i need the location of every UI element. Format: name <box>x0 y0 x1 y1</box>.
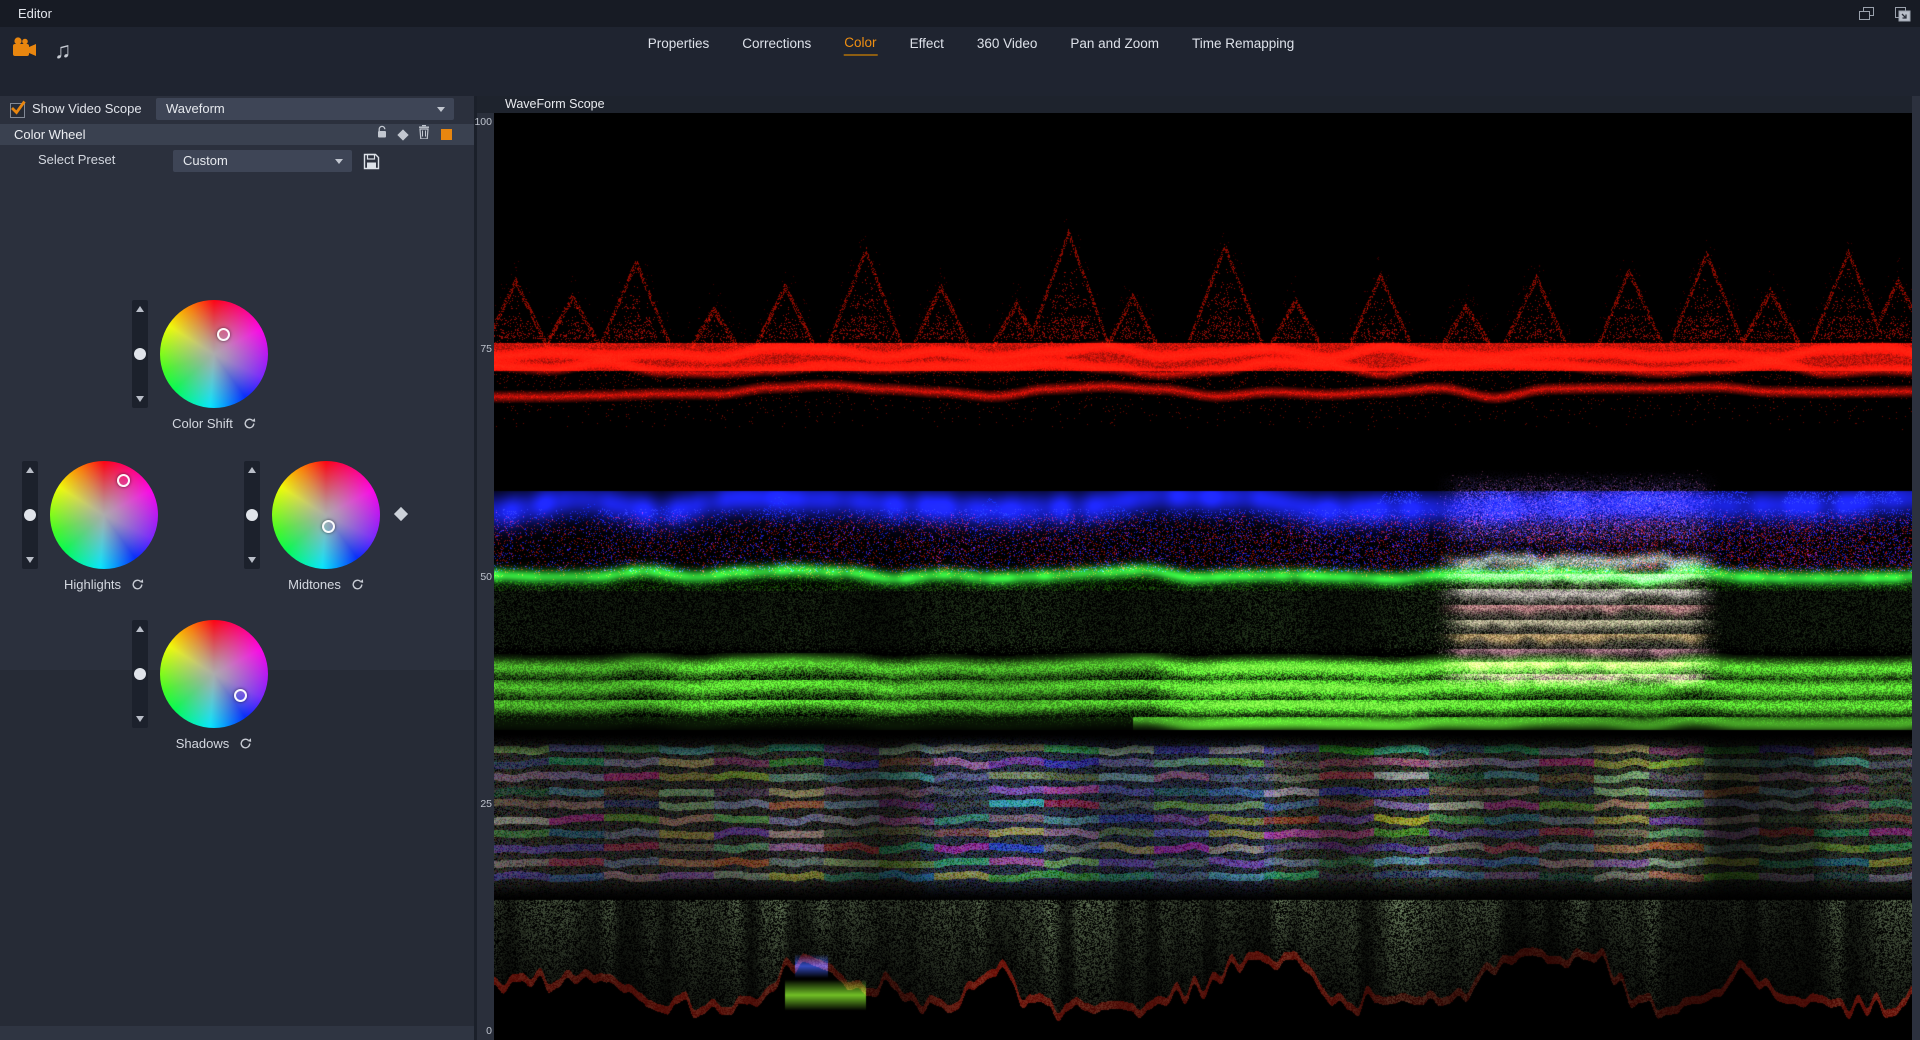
tab-effect[interactable]: Effect <box>909 33 945 55</box>
scope-axis-tick: 100 <box>462 116 492 128</box>
scope-title: WaveForm Scope <box>505 96 605 113</box>
window-controls <box>1856 5 1912 22</box>
slider-down-arrow-icon[interactable] <box>136 396 144 402</box>
scope-axis-tick: 50 <box>462 571 492 583</box>
chevron-down-icon <box>437 107 445 112</box>
midtones-label-row: Midtones <box>226 577 426 592</box>
scope-type-value: Waveform <box>166 98 225 120</box>
dock-window-icon[interactable] <box>1892 5 1912 22</box>
save-preset-button[interactable] <box>360 150 382 172</box>
slider-thumb[interactable] <box>246 509 258 521</box>
wheel-label: Highlights <box>64 577 121 592</box>
toolbar: ♫ Properties Corrections Color Effect 360 Vi… <box>0 27 1920 96</box>
preset-value: Custom <box>183 150 228 172</box>
wheel-marker[interactable] <box>117 474 130 487</box>
shadows-slider[interactable] <box>132 620 148 728</box>
music-note-icon[interactable]: ♫ <box>54 36 71 64</box>
tab-properties[interactable]: Properties <box>647 33 711 55</box>
waveform-scope-canvas <box>494 113 1912 1040</box>
scope-right-scrollbar-track[interactable] <box>1912 96 1920 1040</box>
scope-axis-tick: 25 <box>462 798 492 810</box>
tab-bar: Properties Corrections Color Effect 360 Vide… <box>647 27 1296 61</box>
window-title: Editor <box>18 0 52 27</box>
video-camera-icon[interactable] <box>12 36 38 65</box>
slider-thumb[interactable] <box>24 509 36 521</box>
highlights-slider[interactable] <box>22 461 38 569</box>
color-wheel-panel: Show Video Scope Waveform Color Wheel <box>0 96 474 1040</box>
panel-content: Show Video Scope Waveform Color Wheel <box>0 96 474 670</box>
scope-type-dropdown[interactable]: Waveform <box>156 98 454 120</box>
scope-axis-tick: 0 <box>462 1025 492 1037</box>
wheel-label: Color Shift <box>172 416 233 431</box>
wheel-marker[interactable] <box>217 328 230 341</box>
slider-up-arrow-icon[interactable] <box>136 626 144 632</box>
highlights-wheel[interactable] <box>50 461 158 569</box>
midtones-wheel[interactable] <box>272 461 380 569</box>
slider-down-arrow-icon[interactable] <box>136 716 144 722</box>
slider-down-arrow-icon[interactable] <box>26 557 34 563</box>
tab-time-remapping[interactable]: Time Remapping <box>1191 33 1295 55</box>
color-shift-label-row: Color Shift <box>114 416 314 431</box>
reset-icon[interactable] <box>239 737 252 750</box>
preset-dropdown[interactable]: Custom <box>173 150 352 172</box>
reset-icon[interactable] <box>243 417 256 430</box>
track-type-icons: ♫ <box>12 35 71 65</box>
wheel-marker[interactable] <box>322 520 335 533</box>
reset-icon[interactable] <box>131 578 144 591</box>
highlights-label-row: Highlights <box>4 577 204 592</box>
slider-up-arrow-icon[interactable] <box>26 467 34 473</box>
reset-icon[interactable] <box>351 578 364 591</box>
show-video-scope-checkbox[interactable] <box>10 103 25 118</box>
color-wheel-section-header: Color Wheel <box>0 124 474 145</box>
chevron-down-icon <box>335 159 343 164</box>
shadows-wheel[interactable] <box>160 620 268 728</box>
waveform-scope-header: WaveForm Scope <box>477 96 1912 113</box>
orange-square-icon[interactable] <box>441 129 452 140</box>
shadows-wheel-group: Shadows <box>160 620 268 728</box>
horizontal-scrollbar[interactable] <box>0 1026 474 1040</box>
wheel-marker[interactable] <box>234 689 247 702</box>
tab-pan-and-zoom[interactable]: Pan and Zoom <box>1069 33 1160 55</box>
wheel-label: Midtones <box>288 577 341 592</box>
titlebar: Editor <box>0 0 1920 27</box>
section-title: Color Wheel <box>14 124 86 145</box>
section-header-icons <box>376 124 452 145</box>
slider-down-arrow-icon[interactable] <box>248 557 256 563</box>
tab-color[interactable]: Color <box>843 32 877 56</box>
highlights-wheel-group: Highlights <box>50 461 158 569</box>
wheel-label: Shadows <box>176 736 229 751</box>
color-shift-wheel[interactable] <box>160 300 268 408</box>
shadows-label-row: Shadows <box>114 736 314 751</box>
show-video-scope-label: Show Video Scope <box>32 96 142 122</box>
slider-up-arrow-icon[interactable] <box>248 467 256 473</box>
midtones-wheel-group: Midtones <box>272 461 380 569</box>
keyframe-diamond-icon[interactable] <box>394 507 408 521</box>
editor-window: Editor <box>0 0 1920 1040</box>
preset-label: Select Preset <box>38 145 115 175</box>
show-video-scope-row: Show Video Scope Waveform <box>0 96 474 122</box>
float-window-icon[interactable] <box>1856 5 1876 22</box>
preset-row: Select Preset Custom <box>0 145 474 179</box>
color-shift-wheel-group: Color Shift <box>160 300 268 408</box>
scope-axis-tick: 75 <box>462 343 492 355</box>
keyframe-diamond-icon[interactable] <box>397 129 408 140</box>
trash-icon[interactable] <box>418 125 430 144</box>
slider-up-arrow-icon[interactable] <box>136 306 144 312</box>
slider-thumb[interactable] <box>134 668 146 680</box>
slider-thumb[interactable] <box>134 348 146 360</box>
color-shift-slider[interactable] <box>132 300 148 408</box>
midtones-slider[interactable] <box>244 461 260 569</box>
tab-360-video[interactable]: 360 Video <box>976 33 1039 55</box>
tab-corrections[interactable]: Corrections <box>741 33 812 55</box>
lock-icon[interactable] <box>376 125 388 144</box>
